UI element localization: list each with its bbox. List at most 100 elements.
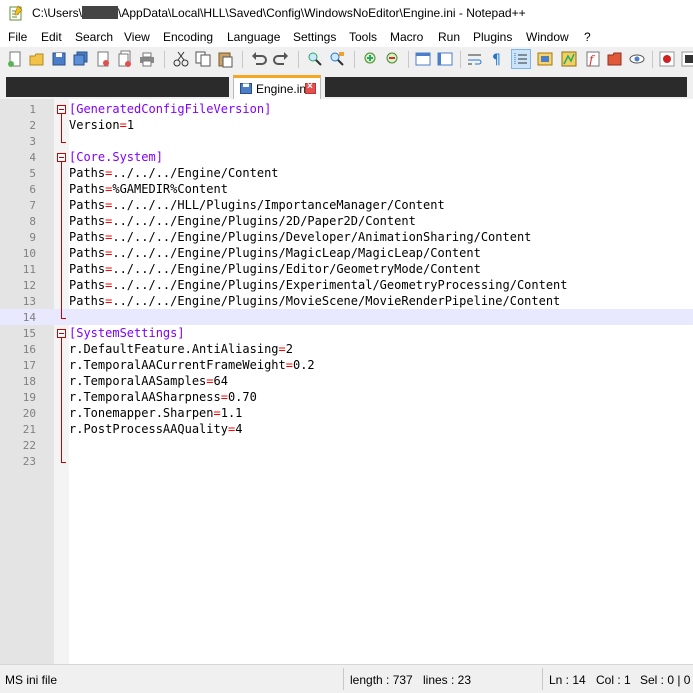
ini-key: Paths — [69, 230, 106, 244]
record-macro-icon[interactable] — [658, 50, 676, 68]
ini-section: [SystemSettings] — [69, 326, 185, 340]
doc-map-icon[interactable] — [560, 50, 578, 68]
line-number: 5 — [29, 167, 36, 180]
save-icon[interactable] — [50, 50, 68, 68]
editor-line[interactable]: 23 — [0, 453, 693, 469]
editor-area[interactable]: 1 [GeneratedConfigFileVersion] 2 Version=1 3… — [0, 99, 693, 664]
line-number: 7 — [29, 199, 36, 212]
find-icon[interactable] — [306, 50, 324, 68]
editor-line[interactable]: 15 [SystemSettings] — [0, 325, 693, 341]
menu-encoding[interactable]: Encoding — [163, 30, 213, 44]
editor-line[interactable]: 2 Version=1 — [0, 117, 693, 133]
close-all-icon[interactable] — [116, 50, 134, 68]
menu-file[interactable]: File — [8, 30, 27, 44]
editor-line[interactable]: 3 — [0, 133, 693, 149]
word-wrap-icon[interactable] — [466, 50, 484, 68]
fold-toggle-icon[interactable] — [57, 153, 66, 162]
editor-line[interactable]: 18 r.TemporalAASamples=64 — [0, 373, 693, 389]
fold-guide — [61, 162, 62, 318]
ini-value: 64 — [213, 374, 228, 388]
ini-value: 4 — [235, 422, 243, 436]
redacted-tab[interactable] — [6, 77, 229, 97]
line-number: 2 — [29, 119, 36, 132]
menu-help[interactable]: ? — [584, 30, 591, 44]
udl-icon[interactable] — [536, 50, 554, 68]
menu-language[interactable]: Language — [227, 30, 280, 44]
paste-icon[interactable] — [216, 50, 234, 68]
replace-icon[interactable] — [328, 50, 346, 68]
fold-end-mark — [61, 462, 66, 463]
menu-view[interactable]: View — [124, 30, 150, 44]
open-file-icon[interactable] — [28, 50, 46, 68]
editor-line[interactable]: 8 Paths=../../../Engine/Plugins/2D/Paper2… — [0, 213, 693, 229]
editor-line[interactable]: 1 [GeneratedConfigFileVersion] — [0, 101, 693, 117]
monitoring-icon[interactable] — [628, 50, 646, 68]
editor-line[interactable]: 9 Paths=../../../Engine/Plugins/Developer… — [0, 229, 693, 245]
line-number: 15 — [22, 327, 36, 340]
menu-settings[interactable]: Settings — [293, 30, 336, 44]
menu-edit[interactable]: Edit — [41, 30, 62, 44]
editor-line[interactable]: 14 — [0, 309, 693, 325]
editor-line[interactable]: 7 Paths=../../../HLL/Plugins/ImportanceMa… — [0, 197, 693, 213]
fold-guide — [61, 338, 62, 462]
menu-tools[interactable]: Tools — [349, 30, 377, 44]
new-file-icon[interactable] — [6, 50, 24, 68]
editor-line[interactable]: 5 Paths=../../../Engine/Content — [0, 165, 693, 181]
ini-value: ../../../Engine/Plugins/Developer/Animat… — [112, 230, 532, 244]
editor-line[interactable]: 4 [Core.System] — [0, 149, 693, 165]
fold-toggle-icon[interactable] — [57, 105, 66, 114]
menu-search[interactable]: Search — [75, 30, 113, 44]
editor-line[interactable]: 22 — [0, 437, 693, 453]
function-list-icon[interactable]: f — [584, 50, 602, 68]
line-number: 8 — [29, 215, 36, 228]
line-number: 3 — [29, 135, 36, 148]
editor-line[interactable]: 16 r.DefaultFeature.AntiAliasing=2 — [0, 341, 693, 357]
redacted-tab[interactable] — [325, 77, 687, 97]
toolbar: ¶ f — [0, 47, 693, 73]
ini-value: ../../../HLL/Plugins/ImportanceManager/C… — [112, 198, 445, 212]
ini-value: 0.2 — [292, 358, 315, 372]
folder-workspace-icon[interactable] — [606, 50, 624, 68]
code-text: Paths=%GAMEDIR%Content — [69, 182, 228, 196]
fold-toggle-icon[interactable] — [57, 329, 66, 338]
undo-icon[interactable] — [250, 50, 268, 68]
ini-value: 1.1 — [220, 406, 243, 420]
fold-end-mark — [61, 318, 66, 319]
show-all-chars-icon[interactable]: ¶ — [488, 50, 506, 68]
indent-guide-icon[interactable] — [511, 49, 531, 69]
editor-line[interactable]: 12 Paths=../../../Engine/Plugins/Experime… — [0, 277, 693, 293]
sync-horizontal-icon[interactable] — [436, 50, 454, 68]
line-number: 23 — [22, 455, 36, 468]
code-text: [GeneratedConfigFileVersion] — [69, 102, 271, 116]
editor-line[interactable]: 17 r.TemporalAACurrentFrameWeight=0.2 — [0, 357, 693, 373]
status-line-number: Ln : 14 — [549, 673, 586, 687]
line-number: 22 — [22, 439, 36, 452]
editor-line[interactable]: 11 Paths=../../../Engine/Plugins/Editor/G… — [0, 261, 693, 277]
close-icon[interactable] — [94, 50, 112, 68]
editor-line[interactable]: 21 r.PostProcessAAQuality=4 — [0, 421, 693, 437]
editor-line[interactable]: 13 Paths=../../../Engine/Plugins/MovieSce… — [0, 293, 693, 309]
line-number: 20 — [22, 407, 36, 420]
editor-line[interactable]: 19 r.TemporalAASharpness=0.70 — [0, 389, 693, 405]
editor-line[interactable]: 6 Paths=%GAMEDIR%Content — [0, 181, 693, 197]
editor-line[interactable]: 10 Paths=../../../Engine/Plugins/MagicLea… — [0, 245, 693, 261]
menu-plugins[interactable]: Plugins — [473, 30, 512, 44]
zoom-out-icon[interactable] — [384, 50, 402, 68]
menu-macro[interactable]: Macro — [390, 30, 423, 44]
zoom-in-icon[interactable] — [362, 50, 380, 68]
print-icon[interactable] — [138, 50, 156, 68]
menu-run[interactable]: Run — [438, 30, 460, 44]
tab-close-icon[interactable]: × — [305, 81, 316, 94]
code-text: Paths=../../../Engine/Plugins/Developer/… — [69, 230, 531, 244]
stop-macro-icon[interactable] — [680, 50, 693, 68]
redo-icon[interactable] — [272, 50, 290, 68]
code-text: Paths=../../../Engine/Plugins/MagicLeap/… — [69, 246, 481, 260]
tab-engine-ini[interactable]: Engine.ini × — [233, 75, 321, 99]
menu-window[interactable]: Window — [526, 30, 569, 44]
sync-vertical-icon[interactable] — [414, 50, 432, 68]
save-all-icon[interactable] — [72, 50, 90, 68]
cut-icon[interactable] — [172, 50, 190, 68]
editor-line[interactable]: 20 r.Tonemapper.Sharpen=1.1 — [0, 405, 693, 421]
copy-icon[interactable] — [194, 50, 212, 68]
code-text: r.PostProcessAAQuality=4 — [69, 422, 242, 436]
